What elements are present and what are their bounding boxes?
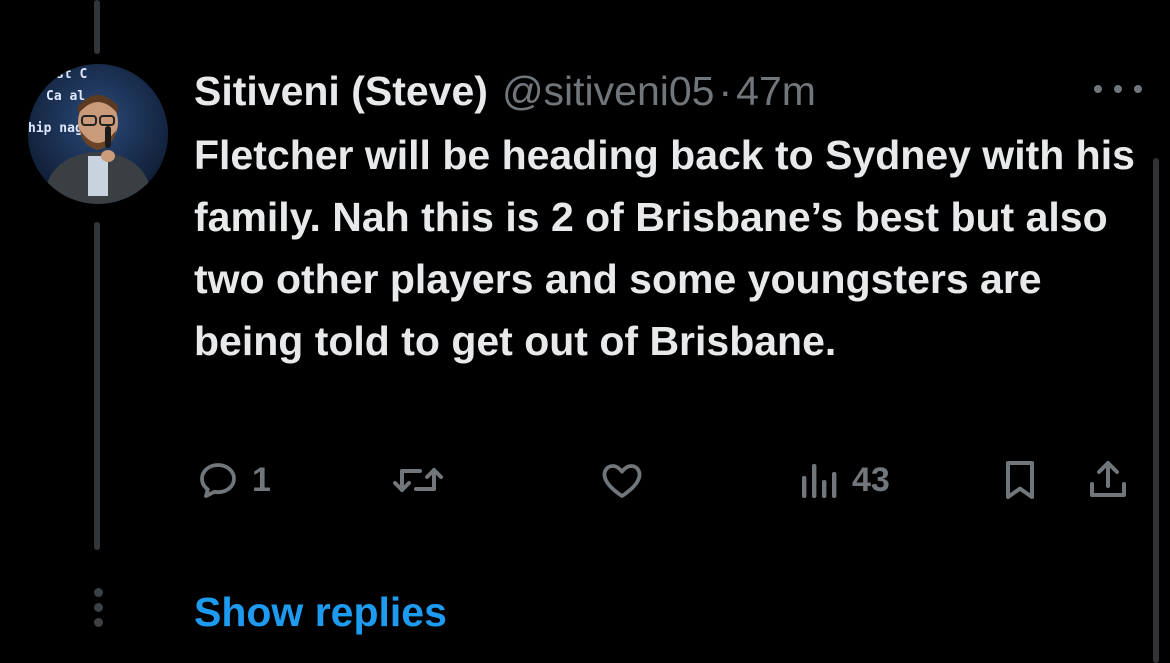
tweet-actions: 1 43 — [194, 452, 1144, 512]
views-chart-icon — [802, 464, 837, 498]
reply-count: 1 — [252, 460, 271, 499]
svg-text:Ca al: Ca al — [46, 89, 85, 104]
reply-icon — [200, 463, 236, 498]
tweet-text: Fletcher will be heading back to Sydney … — [194, 132, 1135, 364]
bookmark-button[interactable] — [996, 452, 1044, 508]
more-options-icon[interactable] — [1094, 80, 1142, 98]
show-replies-link[interactable]: Show replies — [194, 582, 447, 642]
share-icon — [1090, 461, 1126, 497]
bookmark-icon — [1006, 461, 1034, 499]
views-button[interactable]: 43 — [798, 452, 890, 508]
share-button[interactable] — [1084, 452, 1132, 508]
tweet-header: Sitiveni (Steve) @sitiveni05 · 47m — [194, 66, 1110, 116]
retweet-button[interactable] — [390, 452, 456, 508]
like-button[interactable] — [598, 452, 656, 508]
thread-line-top — [94, 0, 100, 54]
svg-text:st C: st C — [56, 67, 87, 82]
thread-line-bottom — [94, 222, 100, 550]
retweet-icon — [393, 468, 443, 492]
svg-text:hip nag: hip nag — [28, 121, 83, 136]
avatar-photo: st C Ca al hip nag — [28, 64, 168, 204]
avatar[interactable]: st C Ca al hip nag — [28, 64, 168, 204]
scrollbar[interactable] — [1153, 158, 1159, 663]
views-count: 43 — [852, 460, 890, 499]
timestamp[interactable]: 47m — [736, 66, 816, 116]
separator-dot: · — [718, 68, 733, 114]
reply-button[interactable]: 1 — [194, 452, 271, 508]
user-handle[interactable]: @sitiveni05 — [502, 66, 715, 116]
display-name[interactable]: Sitiveni (Steve) — [194, 66, 488, 116]
heart-icon — [602, 464, 642, 498]
thread-more-dots-icon[interactable] — [92, 588, 104, 636]
